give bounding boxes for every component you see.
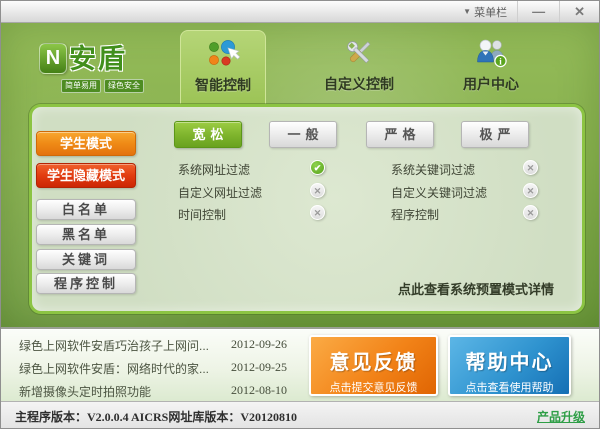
setting-label: 自定义关键词过滤 bbox=[391, 184, 487, 201]
news-title: 绿色上网软件安盾：网络时代的家... bbox=[19, 360, 231, 377]
setting-label: 系统网址过滤 bbox=[178, 161, 250, 178]
check-icon: ✔ bbox=[310, 160, 325, 175]
tab-custom-control[interactable]: 自定义控制 bbox=[304, 30, 414, 104]
news-title: 绿色上网软件安盾巧治孩子上网问... bbox=[19, 337, 231, 354]
tab-smart-control[interactable]: 智能控制 bbox=[180, 30, 266, 111]
feedback-button-title: 意见反馈 bbox=[311, 346, 436, 375]
feedback-button[interactable]: 意见反馈 点击提交意见反馈 bbox=[309, 335, 438, 396]
help-button-title: 帮助中心 bbox=[450, 346, 569, 375]
mode-button-loose[interactable]: 宽松 bbox=[174, 121, 242, 148]
logo-tagline-left: 简单易用 bbox=[61, 79, 101, 93]
tab-label: 用户中心 bbox=[463, 76, 519, 92]
cross-icon: ✕ bbox=[310, 205, 325, 220]
whitelist-button[interactable]: 白名单 bbox=[36, 199, 136, 220]
news-title: 新增摄像头定时拍照功能 bbox=[19, 383, 231, 400]
control-panel: 学生模式 学生隐藏模式 白名单 黑名单 关键词 程序控制 宽松 一般 严格 极严… bbox=[29, 104, 585, 314]
news-date: 2012-09-25 bbox=[231, 360, 287, 377]
keywords-button[interactable]: 关键词 bbox=[36, 249, 136, 270]
product-upgrade-link[interactable]: 产品升级 bbox=[537, 408, 585, 425]
help-center-button[interactable]: 帮助中心 点击查看使用帮助 bbox=[448, 335, 571, 396]
cross-icon: ✕ bbox=[523, 205, 538, 220]
tab-label: 自定义控制 bbox=[324, 76, 394, 92]
custom-control-icon bbox=[342, 36, 376, 70]
smart-control-icon bbox=[206, 37, 240, 71]
news-item[interactable]: 绿色上网软件安盾：网络时代的家... 2012-09-25 bbox=[19, 360, 304, 377]
setting-label: 自定义网址过滤 bbox=[178, 184, 262, 201]
news-date: 2012-08-10 bbox=[231, 383, 287, 400]
logo-brand-text: 安盾 bbox=[69, 37, 127, 76]
news-item[interactable]: 新增摄像头定时拍照功能 2012-08-10 bbox=[19, 383, 304, 400]
status-bar: 主程序版本：V2.0.0.4 AICRS网址库版本：V20120810 产品升级 bbox=[1, 401, 599, 429]
setting-label: 系统关键词过滤 bbox=[391, 161, 475, 178]
setting-label: 程序控制 bbox=[391, 206, 439, 223]
user-center-icon: i bbox=[474, 36, 508, 70]
cross-icon: ✕ bbox=[523, 183, 538, 198]
mode-button-severe[interactable]: 极严 bbox=[461, 121, 529, 148]
main-background: N 安盾 简单易用 绿色安全 智能控制 bbox=[1, 23, 599, 327]
tab-user-center[interactable]: i 用户中心 bbox=[436, 30, 546, 104]
app-logo: N 安盾 简单易用 绿色安全 bbox=[39, 37, 169, 101]
preset-details-link[interactable]: 点此查看系统预置模式详情 bbox=[398, 279, 554, 298]
feedback-button-subtitle: 点击提交意见反馈 bbox=[311, 379, 436, 395]
version-info: 主程序版本：V2.0.0.4 AICRS网址库版本：V20120810 bbox=[15, 408, 297, 425]
close-button[interactable]: ✕ bbox=[559, 1, 599, 22]
mode-button-strict[interactable]: 严格 bbox=[366, 121, 434, 148]
student-mode-button[interactable]: 学生模式 bbox=[36, 131, 136, 156]
menu-bar-label: 菜单栏 bbox=[474, 4, 507, 20]
logo-tagline-right: 绿色安全 bbox=[104, 79, 144, 93]
cross-icon: ✕ bbox=[523, 160, 538, 175]
mode-button-normal[interactable]: 一般 bbox=[269, 121, 337, 148]
blacklist-button[interactable]: 黑名单 bbox=[36, 224, 136, 245]
cross-icon: ✕ bbox=[310, 183, 325, 198]
news-item[interactable]: 绿色上网软件安盾巧治孩子上网问... 2012-09-26 bbox=[19, 337, 304, 354]
tab-label: 智能控制 bbox=[195, 77, 251, 93]
help-button-subtitle: 点击查看使用帮助 bbox=[450, 379, 569, 395]
student-hidden-mode-button[interactable]: 学生隐藏模式 bbox=[36, 163, 136, 188]
news-strip: 绿色上网软件安盾巧治孩子上网问... 2012-09-26 绿色上网软件安盾：网… bbox=[1, 327, 599, 401]
minimize-button[interactable]: — bbox=[517, 1, 559, 22]
news-date: 2012-09-26 bbox=[231, 337, 287, 354]
app-window: ▼ 菜单栏 — ✕ N 安盾 简单易用 绿色安全 bbox=[0, 0, 600, 429]
setting-label: 时间控制 bbox=[178, 206, 226, 223]
logo-n-badge: N bbox=[39, 43, 67, 74]
menu-bar-button[interactable]: ▼ 菜单栏 bbox=[453, 1, 517, 22]
titlebar: ▼ 菜单栏 — ✕ bbox=[1, 1, 599, 23]
chevron-down-icon: ▼ bbox=[463, 7, 471, 16]
program-control-button[interactable]: 程序控制 bbox=[36, 273, 136, 294]
